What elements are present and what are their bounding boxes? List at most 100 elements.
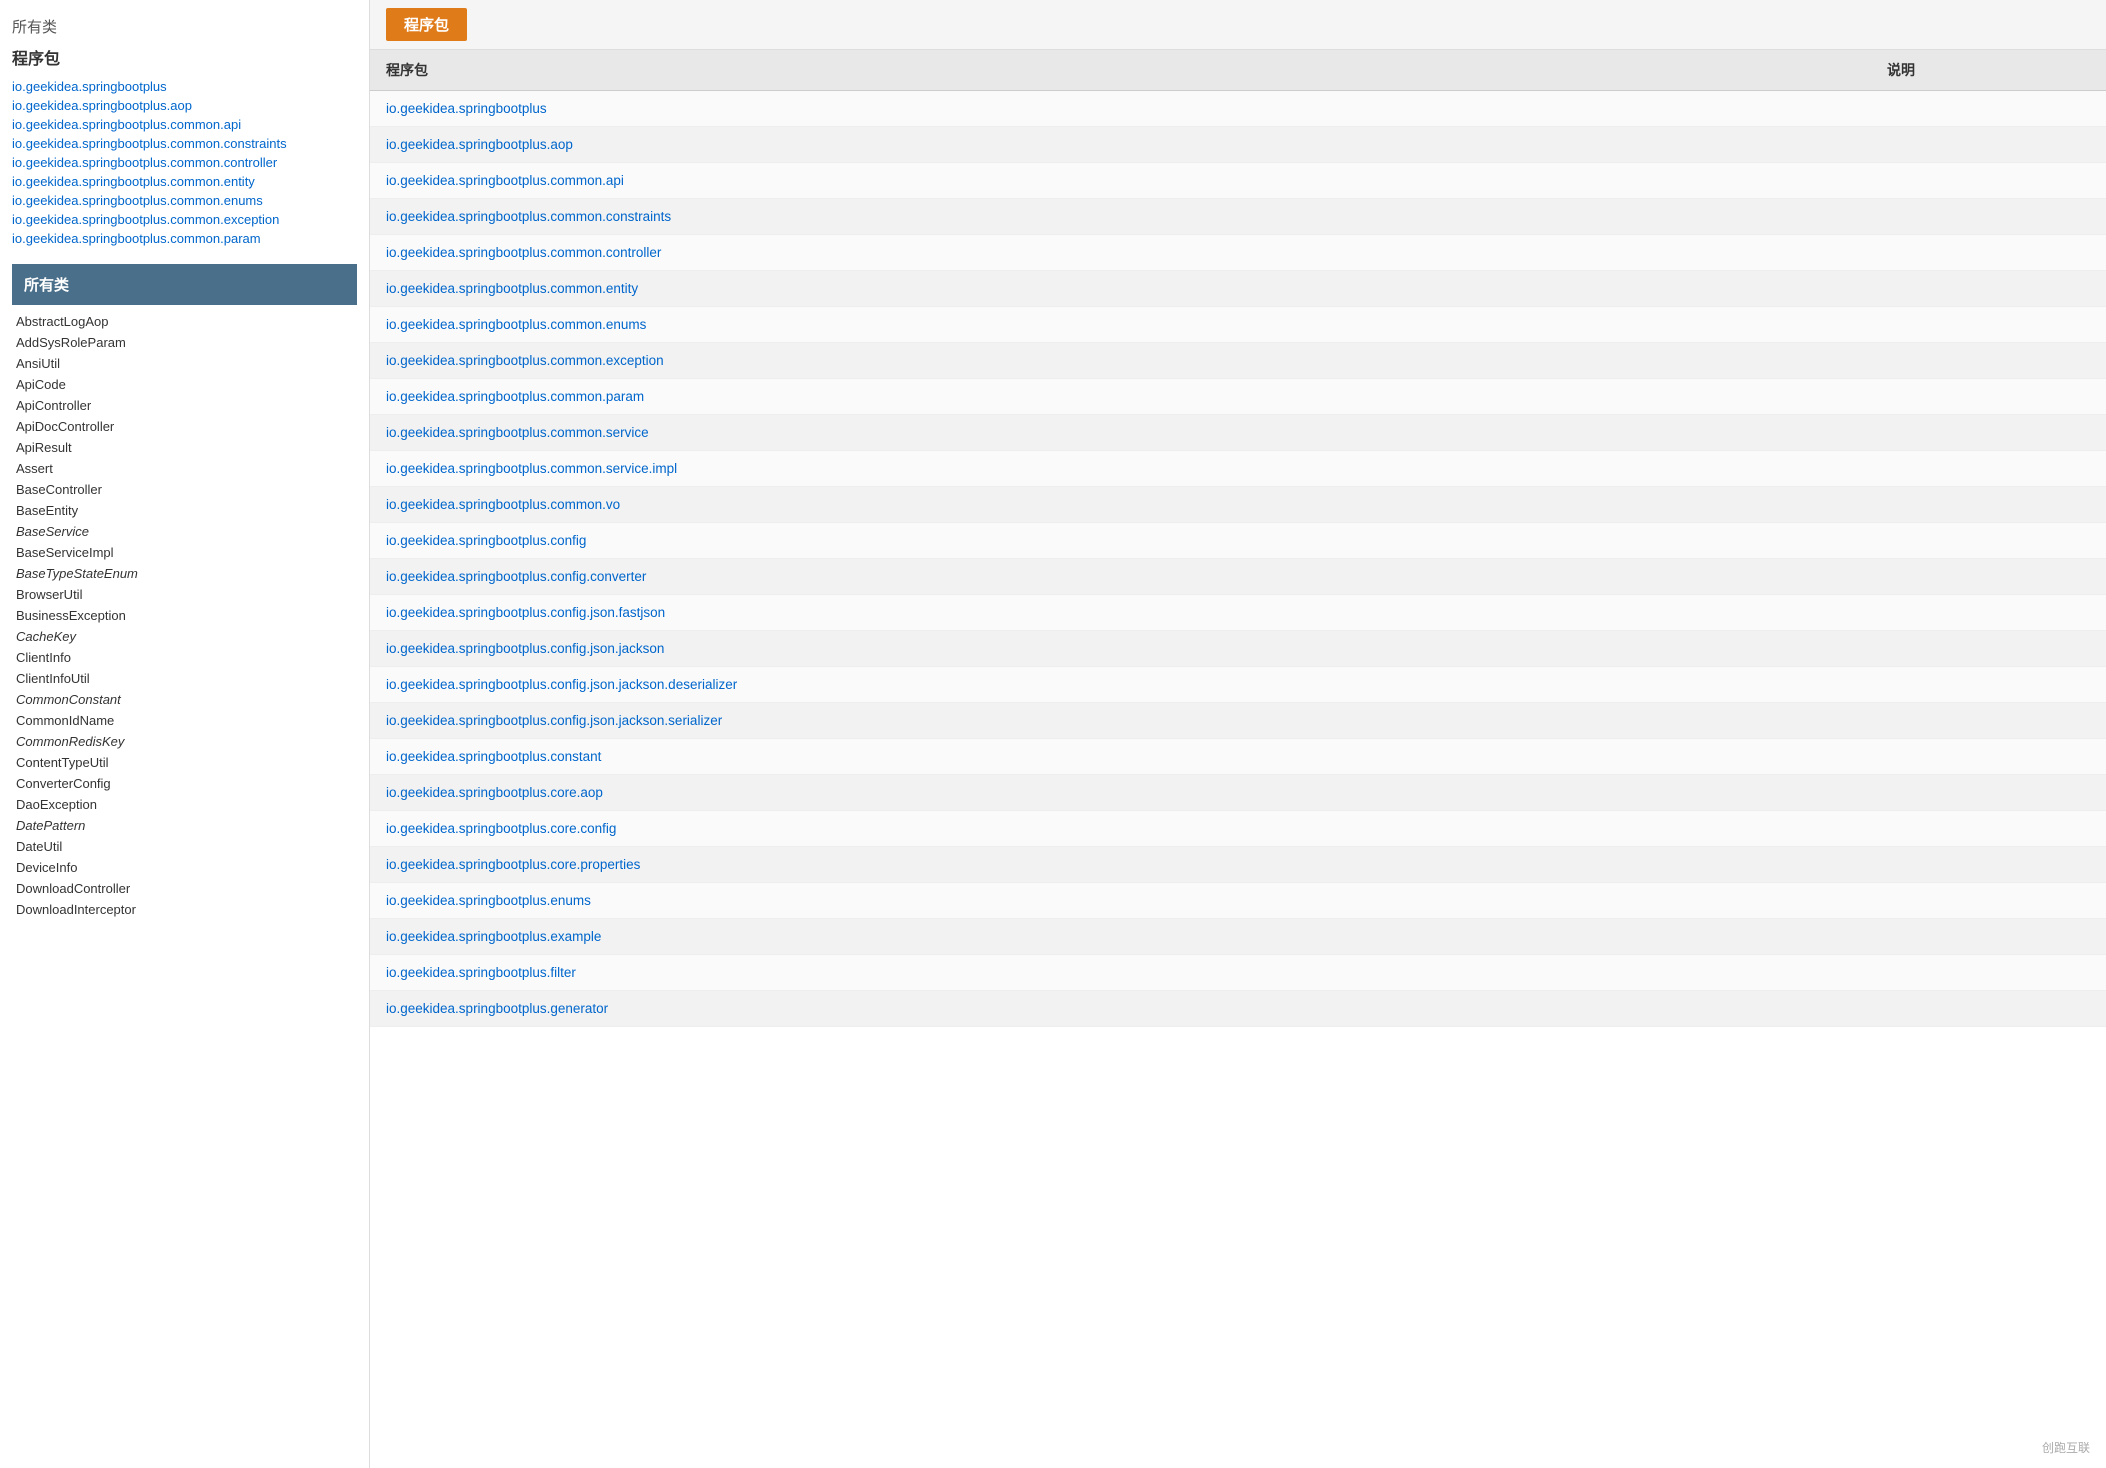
sidebar-package-item[interactable]: io.geekidea.springbootplus.aop (12, 96, 357, 115)
table-cell-pkg[interactable]: io.geekidea.springbootplus.constant (370, 739, 1871, 775)
table-cell-pkg[interactable]: io.geekidea.springbootplus.example (370, 919, 1871, 955)
table-cell-desc (1871, 739, 2106, 775)
sidebar-class-item[interactable]: CacheKey (12, 626, 357, 647)
table-cell-pkg[interactable]: io.geekidea.springbootplus.core.config (370, 811, 1871, 847)
table-row: io.geekidea.springbootplus.common.vo (370, 487, 2106, 523)
table-cell-desc (1871, 775, 2106, 811)
table-cell-pkg[interactable]: io.geekidea.springbootplus.common.constr… (370, 199, 1871, 235)
sidebar-class-item[interactable]: BaseTypeStateEnum (12, 563, 357, 584)
table-cell-pkg[interactable]: io.geekidea.springbootplus.config.json.j… (370, 631, 1871, 667)
sidebar-class-item[interactable]: ApiCode (12, 374, 357, 395)
table-row: io.geekidea.springbootplus.constant (370, 739, 2106, 775)
table-cell-pkg[interactable]: io.geekidea.springbootplus (370, 91, 1871, 127)
sidebar-class-item[interactable]: ClientInfoUtil (12, 668, 357, 689)
table-row: io.geekidea.springbootplus.filter (370, 955, 2106, 991)
sidebar-class-list: AbstractLogAopAddSysRoleParamAnsiUtilApi… (12, 311, 357, 920)
sidebar-class-item[interactable]: CommonRedisKey (12, 731, 357, 752)
table-row: io.geekidea.springbootplus.config (370, 523, 2106, 559)
table-cell-desc (1871, 883, 2106, 919)
sidebar-class-item[interactable]: BrowserUtil (12, 584, 357, 605)
sidebar-class-item[interactable]: CommonConstant (12, 689, 357, 710)
table-cell-pkg[interactable]: io.geekidea.springbootplus.common.vo (370, 487, 1871, 523)
sidebar-package-item[interactable]: io.geekidea.springbootplus.common.contro… (12, 153, 357, 172)
sidebar-class-item[interactable]: ConverterConfig (12, 773, 357, 794)
table-cell-pkg[interactable]: io.geekidea.springbootplus.enums (370, 883, 1871, 919)
sidebar-class-item[interactable]: ApiDocController (12, 416, 357, 437)
sidebar-class-item[interactable]: DaoException (12, 794, 357, 815)
table-cell-pkg[interactable]: io.geekidea.springbootplus.filter (370, 955, 1871, 991)
col-header-pkg: 程序包 (370, 50, 1871, 91)
sidebar-class-item[interactable]: BaseService (12, 521, 357, 542)
table-cell-pkg[interactable]: io.geekidea.springbootplus.common.entity (370, 271, 1871, 307)
table-row: io.geekidea.springbootplus.config.conver… (370, 559, 2106, 595)
table-cell-desc (1871, 91, 2106, 127)
table-cell-desc (1871, 307, 2106, 343)
col-header-desc: 说明 (1871, 50, 2106, 91)
table-cell-desc (1871, 811, 2106, 847)
table-cell-pkg[interactable]: io.geekidea.springbootplus.generator (370, 991, 1871, 1027)
sidebar-class-header: 所有类 (12, 264, 357, 305)
table-cell-pkg[interactable]: io.geekidea.springbootplus.config.json.j… (370, 667, 1871, 703)
table-cell-desc (1871, 991, 2106, 1027)
table-row: io.geekidea.springbootplus.config.json.j… (370, 667, 2106, 703)
table-row: io.geekidea.springbootplus.generator (370, 991, 2106, 1027)
table-cell-pkg[interactable]: io.geekidea.springbootplus.config.json.f… (370, 595, 1871, 631)
sidebar-class-item[interactable]: ApiResult (12, 437, 357, 458)
table-row: io.geekidea.springbootplus.aop (370, 127, 2106, 163)
main-header: 程序包 (370, 0, 2106, 50)
table-cell-desc (1871, 667, 2106, 703)
sidebar-package-item[interactable]: io.geekidea.springbootplus.common.constr… (12, 134, 357, 153)
table-cell-pkg[interactable]: io.geekidea.springbootplus.config.conver… (370, 559, 1871, 595)
table-cell-pkg[interactable]: io.geekidea.springbootplus.common.except… (370, 343, 1871, 379)
table-row: io.geekidea.springbootplus.common.param (370, 379, 2106, 415)
sidebar-class-item[interactable]: DateUtil (12, 836, 357, 857)
table-row: io.geekidea.springbootplus (370, 91, 2106, 127)
table-cell-desc (1871, 703, 2106, 739)
table-row: io.geekidea.springbootplus.config.json.j… (370, 631, 2106, 667)
sidebar-package-item[interactable]: io.geekidea.springbootplus.common.api (12, 115, 357, 134)
sidebar-package-item[interactable]: io.geekidea.springbootplus (12, 77, 357, 96)
table-cell-pkg[interactable]: io.geekidea.springbootplus.core.aop (370, 775, 1871, 811)
table-cell-pkg[interactable]: io.geekidea.springbootplus.aop (370, 127, 1871, 163)
table-cell-pkg[interactable]: io.geekidea.springbootplus.config (370, 523, 1871, 559)
table-cell-pkg[interactable]: io.geekidea.springbootplus.common.api (370, 163, 1871, 199)
sidebar-class-item[interactable]: DatePattern (12, 815, 357, 836)
table-cell-desc (1871, 379, 2106, 415)
table-body: io.geekidea.springbootplusio.geekidea.sp… (370, 91, 2106, 1027)
table-cell-pkg[interactable]: io.geekidea.springbootplus.config.json.j… (370, 703, 1871, 739)
sidebar-class-item[interactable]: ContentTypeUtil (12, 752, 357, 773)
sidebar-class-item[interactable]: ClientInfo (12, 647, 357, 668)
sidebar-class-item[interactable]: ApiController (12, 395, 357, 416)
table-row: io.geekidea.springbootplus.common.contro… (370, 235, 2106, 271)
sidebar-class-item[interactable]: DownloadController (12, 878, 357, 899)
sidebar-package-item[interactable]: io.geekidea.springbootplus.common.entity (12, 172, 357, 191)
sidebar-class-item[interactable]: AnsiUtil (12, 353, 357, 374)
table-row: io.geekidea.springbootplus.core.config (370, 811, 2106, 847)
table-cell-pkg[interactable]: io.geekidea.springbootplus.core.properti… (370, 847, 1871, 883)
sidebar-class-item[interactable]: AbstractLogAop (12, 311, 357, 332)
sidebar-class-item[interactable]: Assert (12, 458, 357, 479)
sidebar-package-item[interactable]: io.geekidea.springbootplus.common.enums (12, 191, 357, 210)
sidebar-package-item[interactable]: io.geekidea.springbootplus.common.param (12, 229, 357, 248)
sidebar-class-item[interactable]: DeviceInfo (12, 857, 357, 878)
sidebar-package-item[interactable]: io.geekidea.springbootplus.common.except… (12, 210, 357, 229)
table-row: io.geekidea.springbootplus.config.json.j… (370, 703, 2106, 739)
sidebar-class-item[interactable]: CommonIdName (12, 710, 357, 731)
sidebar-class-item[interactable]: BusinessException (12, 605, 357, 626)
sidebar-class-item[interactable]: AddSysRoleParam (12, 332, 357, 353)
table-cell-pkg[interactable]: io.geekidea.springbootplus.common.servic… (370, 415, 1871, 451)
table-cell-pkg[interactable]: io.geekidea.springbootplus.common.enums (370, 307, 1871, 343)
sidebar-class-item[interactable]: BaseController (12, 479, 357, 500)
table-row: io.geekidea.springbootplus.example (370, 919, 2106, 955)
table-row: io.geekidea.springbootplus.core.properti… (370, 847, 2106, 883)
table-cell-desc (1871, 487, 2106, 523)
table-cell-pkg[interactable]: io.geekidea.springbootplus.common.contro… (370, 235, 1871, 271)
table-cell-desc (1871, 595, 2106, 631)
table-cell-desc (1871, 847, 2106, 883)
sidebar-class-item[interactable]: BaseEntity (12, 500, 357, 521)
sidebar-class-item[interactable]: BaseServiceImpl (12, 542, 357, 563)
sidebar-class-item[interactable]: DownloadInterceptor (12, 899, 357, 920)
main-tab[interactable]: 程序包 (386, 8, 467, 41)
table-cell-pkg[interactable]: io.geekidea.springbootplus.common.servic… (370, 451, 1871, 487)
table-cell-pkg[interactable]: io.geekidea.springbootplus.common.param (370, 379, 1871, 415)
